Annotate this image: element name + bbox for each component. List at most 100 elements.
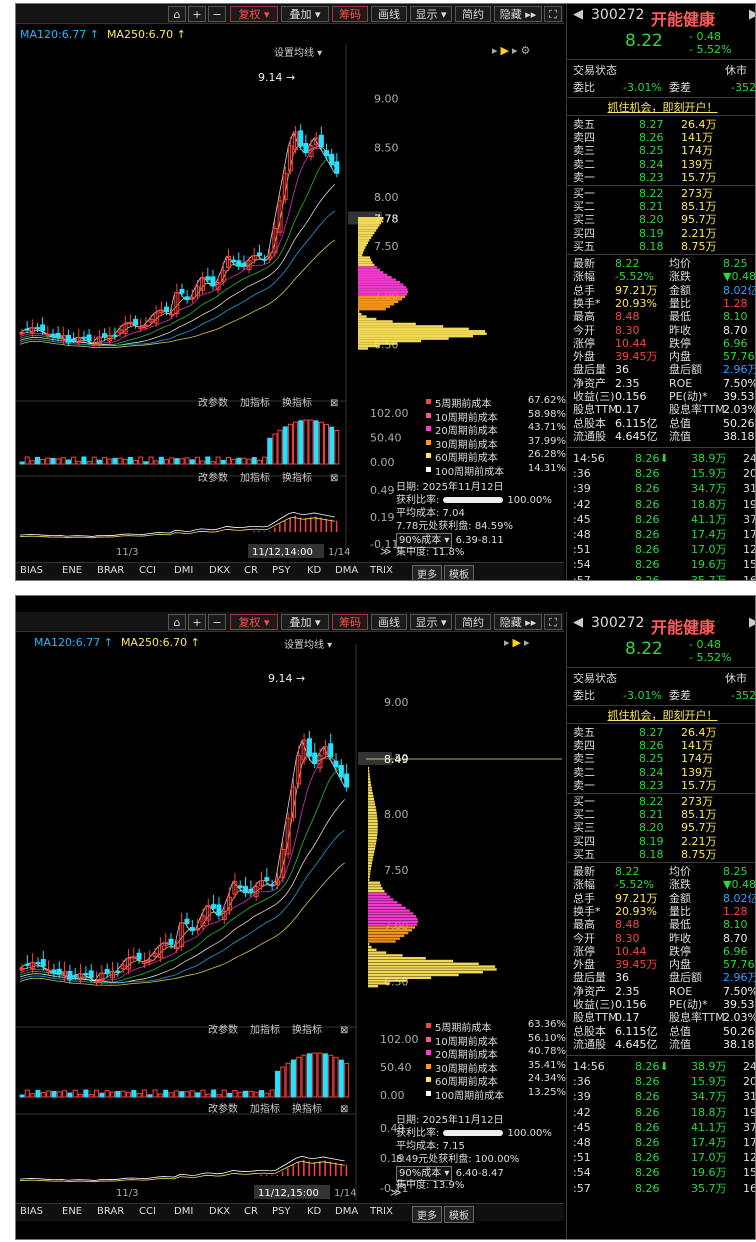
indicator-tab-dmi[interactable]: DMI (174, 1206, 193, 1217)
indicator-tab-dkx[interactable]: DKX (209, 565, 230, 576)
legend-percent: 13.25% (527, 1086, 566, 1098)
indicator-tab-cci[interactable]: CCI (139, 565, 156, 576)
volume-bar (102, 457, 108, 465)
volume-bar (179, 1091, 185, 1098)
candle-body (136, 952, 142, 960)
ma-line (19, 799, 345, 984)
indicator-tab-psy[interactable]: PSY (272, 1206, 291, 1217)
volume-bar (312, 1052, 318, 1098)
chip-bar (358, 337, 449, 340)
chip-bar (368, 870, 371, 873)
macd-bar (281, 1171, 284, 1176)
volume-bar (306, 1053, 312, 1098)
indicator-tab-kd[interactable]: KD (307, 565, 321, 576)
volume-bar (86, 460, 92, 465)
volume-bar (153, 460, 159, 465)
macd-bar (313, 1162, 316, 1176)
weibi-row: 委比 -3.01% 委差 -352 (573, 81, 756, 94)
indicator-tab-dma[interactable]: DMA (335, 565, 358, 576)
volume-bar (277, 429, 283, 465)
chip-bar (358, 315, 367, 318)
promo-link[interactable]: 抓住机会，即刻开户！ (567, 707, 755, 723)
volume-bar (120, 1090, 126, 1098)
volume-bar (24, 456, 30, 465)
candle-body (34, 327, 40, 330)
indicator-tab-brar[interactable]: BRAR (97, 565, 124, 576)
macd-bar (345, 1164, 348, 1176)
indicator-tab-ene[interactable]: ENE (62, 1206, 82, 1217)
indicator-tab-bias[interactable]: BIAS (20, 565, 43, 576)
chip-bar (368, 973, 459, 977)
indicator-tab-dma[interactable]: DMA (335, 1206, 358, 1217)
indicator-tab-dkx[interactable]: DKX (209, 1206, 230, 1217)
indicator-tab-ene[interactable]: ENE (62, 565, 82, 576)
chip-bar (358, 325, 444, 328)
divider (567, 59, 755, 60)
chip-bar (368, 789, 373, 792)
indicator-tab-dmi[interactable]: DMI (174, 565, 193, 576)
chip-bar (368, 959, 454, 963)
candle-body (329, 153, 335, 165)
indicator-tab-模板[interactable]: 模板 (444, 1206, 474, 1223)
indicator-tab-trix[interactable]: TRIX (370, 565, 393, 576)
indicator-tab-更多[interactable]: 更多 (412, 565, 442, 580)
volume-bar (200, 460, 206, 465)
chip-bar (368, 861, 373, 865)
candle-body (312, 752, 318, 764)
ma-line (19, 210, 336, 346)
next-stock-icon[interactable]: ▶ (749, 615, 755, 630)
dea-line (19, 516, 335, 539)
candle-body (269, 884, 275, 887)
indicator-tab-更多[interactable]: 更多 (412, 1206, 442, 1223)
prev-stock-icon[interactable]: ◀ (573, 615, 583, 630)
volume-bar (256, 459, 262, 465)
close-icon: ⊠ (330, 473, 338, 484)
candle-body (248, 888, 254, 893)
chip-bar (368, 853, 374, 856)
chip-stats: 日期: 2025年11月12日 获利比率: 100.00% 平均成本: 7.04 7.7… (396, 481, 564, 559)
macd-bar (325, 518, 328, 532)
chip-bar (358, 253, 363, 257)
promo-link[interactable]: 抓住机会，即刻开户！ (567, 99, 755, 115)
candle-body (83, 973, 89, 976)
indicator-tab-trix[interactable]: TRIX (370, 1206, 393, 1217)
candle-body (45, 333, 51, 336)
chip-bar (368, 847, 375, 851)
chip-bar (358, 317, 377, 321)
legend-swatch (426, 1036, 431, 1042)
volume-bar (328, 1054, 334, 1098)
chip-bar (358, 224, 380, 227)
indicator-tab-cr[interactable]: CR (244, 1206, 258, 1217)
indicator-tab-bias[interactable]: BIAS (20, 1206, 43, 1217)
volume-bar (30, 1093, 36, 1098)
indicator-tab-cci[interactable]: CCI (139, 1206, 156, 1217)
volume-bar (169, 457, 175, 465)
prev-stock-icon[interactable]: ◀ (573, 7, 583, 22)
indicator-tab-cr[interactable]: CR (244, 565, 258, 576)
chip-bar (368, 954, 403, 957)
volume-bar (168, 1092, 174, 1098)
chip-bar (368, 786, 372, 789)
high-price-label: 9.14 → (258, 71, 295, 84)
panel-action-2: 换指标 (282, 396, 312, 409)
indicator-tab-kd[interactable]: KD (307, 1206, 321, 1217)
x-axis-label: 1/14 (328, 547, 350, 558)
indicator-tab-模板[interactable]: 模板 (444, 565, 474, 580)
indicator-tab-brar[interactable]: BRAR (97, 1206, 124, 1217)
volume-bar (184, 457, 190, 465)
next-stock-icon[interactable]: ▶ (749, 7, 755, 22)
volume-bar (78, 1093, 84, 1098)
ma-line (19, 768, 345, 983)
panel-action-0: 改参数 (208, 1023, 238, 1036)
volume-bar (189, 1090, 195, 1098)
volume-bar (62, 1090, 68, 1098)
candle-body (71, 338, 77, 341)
candle-body (333, 760, 339, 768)
candle-body (298, 130, 304, 147)
volume-bar (71, 456, 77, 465)
volume-bar (215, 456, 221, 465)
indicator-tab-psy[interactable]: PSY (272, 565, 291, 576)
stat-row: 涨停 10.44 跌停 6.96 (573, 944, 748, 958)
candle-body (324, 150, 330, 157)
vol-axis-label: 102.00 (370, 407, 409, 420)
